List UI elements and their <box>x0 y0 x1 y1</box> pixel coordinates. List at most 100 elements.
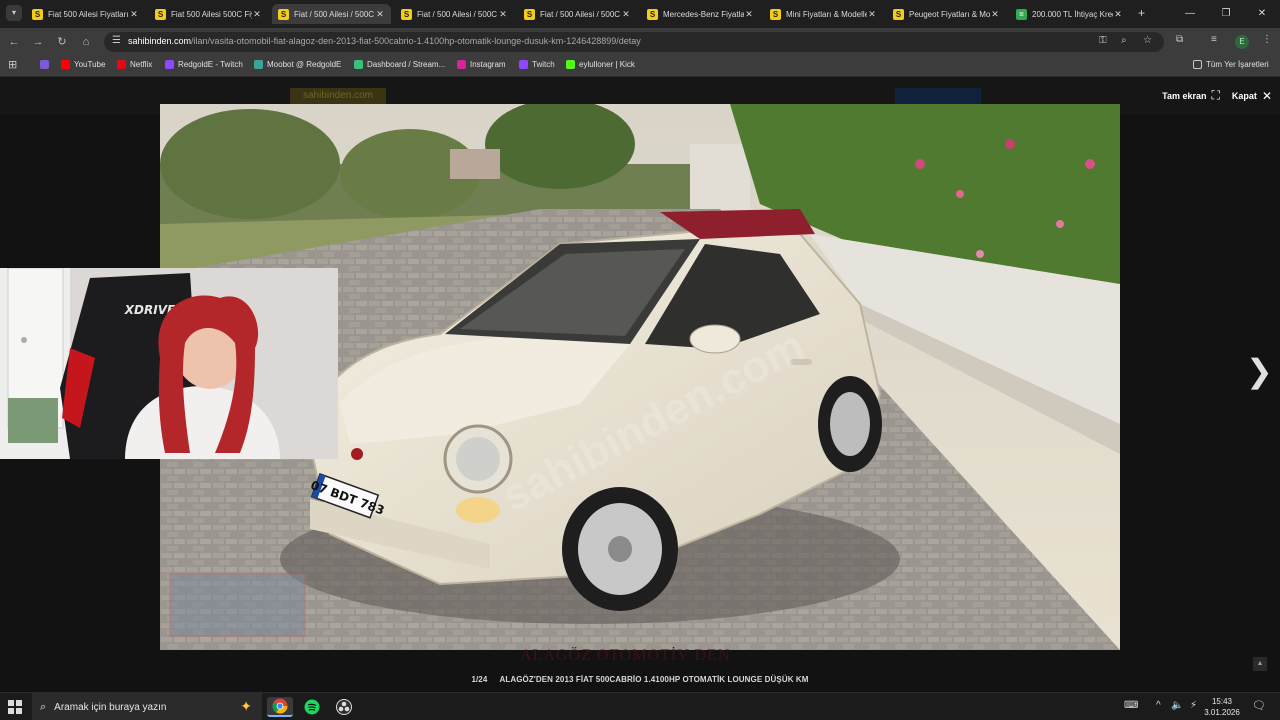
tab-favicon-icon: S <box>278 8 289 20</box>
all-bookmarks[interactable]: Tüm Yer İşaretleri <box>1193 60 1269 69</box>
photo-caption: 1/24 ALAGÖZ'DEN 2013 FİAT 500CABRİO 1.41… <box>0 675 1280 684</box>
tab-title: Fiat / 500 Ailesi / 500C <box>294 9 375 19</box>
bookmark-item[interactable]: Instagram <box>457 60 506 69</box>
tab-close-icon[interactable]: ✕ <box>252 9 262 20</box>
photo-counter: 1/24 <box>471 675 488 684</box>
tab-favicon-icon: S <box>401 8 412 20</box>
browser-tab[interactable]: S Peugeot Fiyatları & Modelleri✕ <box>887 4 1006 24</box>
forward-icon[interactable]: → <box>30 34 46 50</box>
bookmark-item[interactable]: eylulloner | Kick <box>566 60 635 69</box>
browser-tab[interactable]: S Fiat / 500 Ailesi / 500C ✕ <box>518 4 637 24</box>
next-photo-arrow[interactable]: ❯ <box>1246 355 1273 387</box>
keyboard-icon[interactable]: ⌨ <box>1124 700 1138 711</box>
system-clock[interactable]: 15:43 3.01.2026 <box>1200 696 1244 718</box>
windows-start-icon[interactable] <box>8 700 22 714</box>
tab-close-icon[interactable]: ✕ <box>744 9 754 20</box>
tab-close-icon[interactable]: ✕ <box>375 9 385 20</box>
password-key-icon[interactable]: ⚿ <box>1099 35 1107 46</box>
browser-tab[interactable]: S Fiat / 500 Ailesi / 500C ✕ <box>395 4 514 24</box>
bookmark-favicon-icon <box>254 60 263 69</box>
bookmark-favicon-icon <box>40 60 49 69</box>
bookmark-star-icon[interactable]: ☆ <box>1143 35 1152 46</box>
bookmarks-bar: ⊞ YouTube Netflix RedgoldE - Twitch Moobot … <box>0 56 1280 77</box>
tab-title: Fiat / 500 Ailesi / 500C <box>540 9 621 19</box>
tab-favicon-icon: S <box>893 8 904 20</box>
tab-search-icon[interactable]: ▾ <box>6 5 22 21</box>
close-icon: ✕ <box>1261 88 1272 103</box>
volume-icon[interactable]: 🔈 <box>1171 700 1183 711</box>
windows-taskbar: ⌕ Aramak için buraya yazın ✦ ⌨ ^ 🔈 ⚡ 15:… <box>0 692 1280 720</box>
streamer-webcam-illustration: XDRIVE <box>0 268 338 459</box>
bookmark-favicon-icon <box>566 60 575 69</box>
tab-favicon-icon: S <box>770 8 781 20</box>
home-icon[interactable]: ⌂ <box>78 34 94 50</box>
clock-date: 3.01.2026 <box>1204 708 1240 717</box>
bookmark-item[interactable]: RedgoldE - Twitch <box>165 60 243 69</box>
menu-icon[interactable]: ⋮ <box>1262 34 1272 45</box>
minimize-button[interactable]: — <box>1172 0 1208 28</box>
taskbar-search[interactable]: ⌕ Aramak için buraya yazın ✦ <box>32 693 262 720</box>
copilot-sparkle-icon[interactable]: ✦ <box>240 698 252 715</box>
browser-tab[interactable]: S Fiat / 500 Ailesi / 500C ✕ <box>272 4 391 24</box>
post-ad-button-dimmed <box>895 88 981 104</box>
extensions-icon[interactable]: ⧉ <box>1176 34 1183 45</box>
bookmark-item[interactable]: YouTube <box>61 60 105 69</box>
browser-tab[interactable]: S Fiat 500 Ailesi 500C Fiyatları✕ <box>149 4 268 24</box>
tab-favicon-icon: S <box>32 8 43 20</box>
network-icon[interactable]: ⚡ <box>1190 700 1197 711</box>
browser-tab[interactable]: S Mini Fiyatları & Modelleri ✕ <box>764 4 883 24</box>
bookmark-item[interactable] <box>40 60 53 69</box>
browser-tab[interactable]: S Fiat 500 Ailesi Fiyatları ✕ <box>26 4 145 24</box>
close-window-button[interactable]: ✕ <box>1244 0 1280 28</box>
bookmark-label: Twitch <box>532 60 555 69</box>
restore-button[interactable]: ❐ <box>1208 0 1244 28</box>
url-text[interactable]: sahibinden.com/ilan/vasita-otomobil-fiat… <box>128 36 641 46</box>
bookmark-label: RedgoldE - Twitch <box>178 60 243 69</box>
notifications-icon[interactable]: 🗨 <box>1252 699 1266 712</box>
apps-grid-icon[interactable]: ⊞ <box>8 60 19 71</box>
tab-close-icon[interactable]: ✕ <box>990 9 1000 20</box>
bookmark-item[interactable]: Netflix <box>117 60 152 69</box>
bookmark-favicon-icon <box>165 60 174 69</box>
bookmark-item[interactable]: Dashboard / Stream... <box>354 60 445 69</box>
bookmark-favicon-icon <box>457 60 466 69</box>
bookmark-label: Netflix <box>130 60 153 69</box>
tab-close-icon[interactable]: ✕ <box>621 9 631 20</box>
window-controls: — ❐ ✕ <box>1172 0 1280 28</box>
tab-close-icon[interactable]: ✕ <box>867 9 877 20</box>
browser-tab[interactable]: = 200.000 TL İhtiyaç Kredisi✕ <box>1010 4 1129 24</box>
site-info-icon[interactable]: ☰ <box>112 35 121 46</box>
new-tab-button[interactable]: + <box>1138 6 1145 20</box>
profile-avatar[interactable]: E <box>1235 35 1249 49</box>
bookmark-item[interactable]: Twitch <box>519 60 555 69</box>
browser-toolbar: ← → ↻ ⌂ ☰ sahibinden.com/ilan/vasita-oto… <box>0 28 1280 56</box>
fullscreen-icon: ⛶ <box>1211 88 1220 102</box>
bookmark-favicon-icon <box>354 60 363 69</box>
show-hidden-icons-icon[interactable]: ^ <box>1156 700 1161 711</box>
chrome-taskbar-icon[interactable] <box>267 697 293 717</box>
spotify-taskbar-icon[interactable] <box>299 697 325 717</box>
tab-favicon-icon: S <box>155 8 166 20</box>
bookmark-item[interactable]: Moobot @ RedgoldE <box>254 60 341 69</box>
tab-close-icon[interactable]: ✕ <box>498 9 508 20</box>
zoom-icon[interactable]: ⌕ <box>1121 35 1127 46</box>
browser-tab[interactable]: S Mercedes-Benz Fiyatları ✕ <box>641 4 760 24</box>
close-lightbox-button[interactable]: Kapat ✕ <box>1232 89 1272 103</box>
fullscreen-button[interactable]: Tam ekran ⛶ <box>1162 88 1220 103</box>
tab-close-icon[interactable]: ✕ <box>1113 9 1123 20</box>
back-icon[interactable]: ← <box>6 34 22 50</box>
bookmark-label: Dashboard / Stream... <box>367 60 446 69</box>
bookmark-favicon-icon <box>519 60 528 69</box>
media-icon[interactable]: ≡ <box>1211 34 1217 45</box>
lightbox-controls: Tam ekran ⛶ Kapat ✕ <box>1150 88 1272 103</box>
search-icon: ⌕ <box>40 700 47 713</box>
tab-title: Fiat 500 Ailesi Fiyatları <box>48 9 129 19</box>
reload-icon[interactable]: ↻ <box>54 34 70 50</box>
obs-taskbar-icon[interactable] <box>331 697 357 717</box>
tab-title: Fiat / 500 Ailesi / 500C <box>417 9 498 19</box>
scroll-top-icon[interactable]: ▲ <box>1253 657 1267 671</box>
address-bar[interactable]: ☰ sahibinden.com/ilan/vasita-otomobil-fi… <box>104 32 1164 52</box>
bookmark-label: Moobot @ RedgoldE <box>267 60 342 69</box>
tab-strip: ▾ S Fiat 500 Ailesi Fiyatları ✕ S Fiat 500 A… <box>0 0 1280 28</box>
tab-close-icon[interactable]: ✕ <box>129 9 139 20</box>
